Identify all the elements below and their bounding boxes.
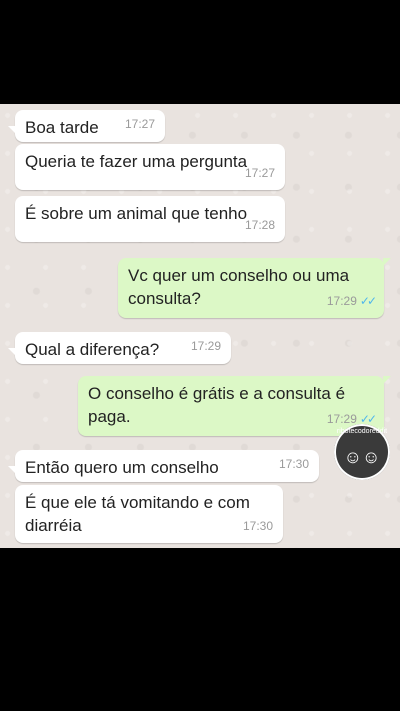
message-bubble[interactable]: Qual a diferença? 17:29 [8,332,231,364]
message-time: 17:27 [244,166,275,180]
message-bubble[interactable]: Então quero um conselho 17:30 [8,450,319,482]
watermark-logo: ribotecodoreddit ☺☺ [334,424,390,480]
message-time: 17:29 [190,339,221,353]
message-text: Queria te fazer uma pergunta [25,152,248,171]
message-bubble[interactable]: Vc quer um conselho ou uma consulta? 17:… [118,258,391,318]
message-text: É que ele tá vomitando e com diarréia [25,493,250,535]
message-time: 17:30 [242,519,273,533]
message-time: 17:29 [326,294,357,308]
double-check-icon: ✓✓ [359,294,377,308]
message-time-status: 17:29 ✓✓ [326,290,377,313]
message-bubble[interactable]: Queria te fazer uma pergunta 17:27 [15,144,285,190]
message-text: Então quero um conselho [25,458,219,477]
watermark-text: ribotecodoreddit [336,428,388,435]
message-bubble[interactable]: O conselho é grátis e a consulta é paga.… [78,376,391,436]
message-time: 17:27 [124,117,155,131]
message-bubble[interactable]: É sobre um animal que tenho 17:28 [15,196,285,242]
message-time: 17:29 [326,412,357,426]
message-bubble[interactable]: Boa tarde 17:27 [8,110,165,142]
chat-area[interactable]: Boa tarde 17:27 Queria te fazer uma perg… [0,104,400,548]
message-bubble[interactable]: É que ele tá vomitando e com diarréia 17… [15,485,283,543]
message-time: 17:28 [244,218,275,232]
message-time: 17:30 [278,457,309,471]
faces-icon: ☺☺ [343,446,381,467]
message-text: É sobre um animal que tenho [25,204,248,223]
